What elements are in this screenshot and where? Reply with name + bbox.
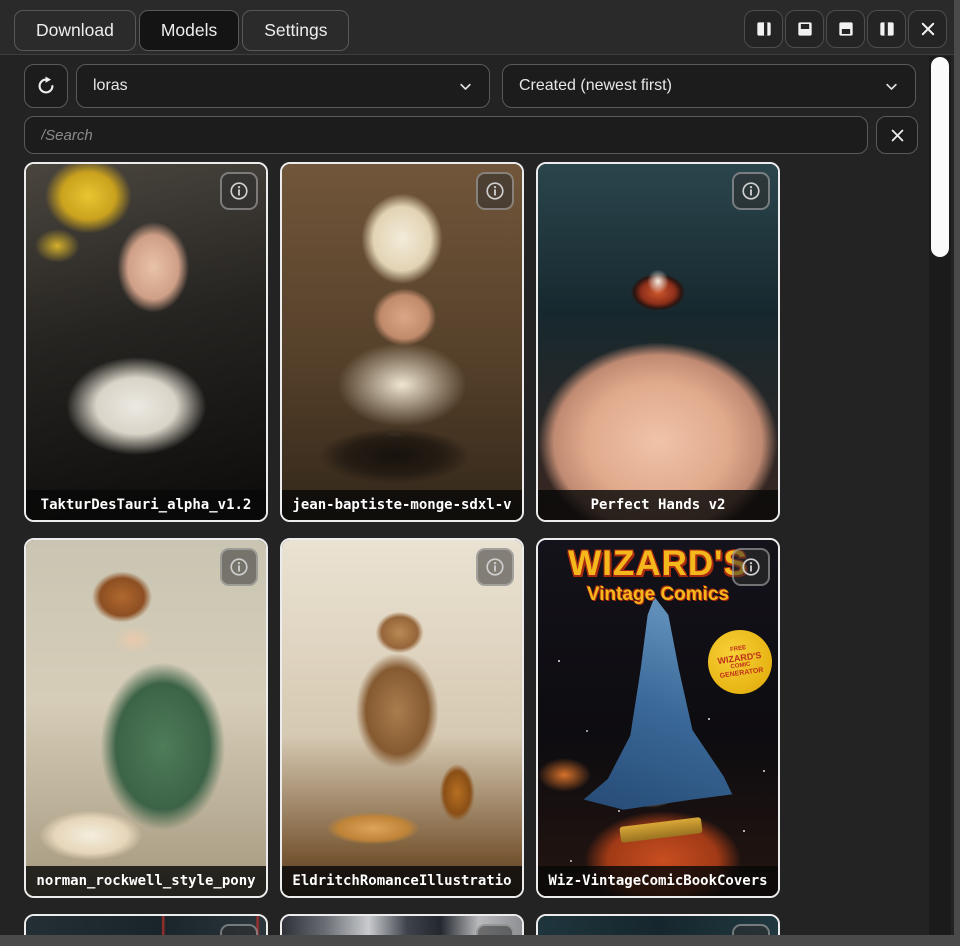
layout-panel-bottom-icon: [836, 19, 856, 39]
layout-split-right-button[interactable]: [867, 10, 906, 48]
info-icon: [484, 180, 506, 202]
layout-panel-top-icon: [795, 19, 815, 39]
model-card-partial[interactable]: [24, 914, 268, 935]
layout-panel-bottom-button[interactable]: [826, 10, 865, 48]
card-info-button[interactable]: [732, 548, 770, 586]
model-card[interactable]: Perfect Hands v2: [536, 162, 780, 522]
card-info-button[interactable]: [732, 172, 770, 210]
refresh-icon: [35, 75, 57, 97]
model-card[interactable]: norman_rockwell_style_pony: [24, 538, 268, 898]
card-info-button[interactable]: [220, 172, 258, 210]
card-thumbnail-wizard-comic-cover: WIZARD'S Vintage Comics FREE WIZARD'S CO…: [538, 540, 778, 896]
info-icon: [740, 180, 762, 202]
layout-split-left-button[interactable]: [744, 10, 783, 48]
card-title: jean-baptiste-monge-sdxl-v: [282, 490, 522, 520]
card-title: norman_rockwell_style_pony: [26, 866, 266, 896]
close-panel-button[interactable]: [908, 10, 947, 48]
close-icon: [919, 20, 937, 38]
model-card-grid: TakturDesTauri_alpha_v1.2 jean-baptiste-…: [24, 162, 780, 935]
window-controls: [744, 10, 947, 48]
badge-line: GENERATOR: [719, 667, 764, 681]
chevron-down-icon: [884, 79, 899, 94]
vertical-scrollbar-thumb[interactable]: [931, 57, 949, 257]
card-title: Wiz-VintageComicBookCovers: [538, 866, 778, 896]
card-info-button[interactable]: [476, 172, 514, 210]
layout-split-left-icon: [754, 19, 774, 39]
wizard-hat-band: [619, 817, 702, 843]
card-title: TakturDesTauri_alpha_v1.2: [26, 490, 266, 520]
clear-icon: [889, 127, 906, 144]
card-title: Perfect Hands v2: [538, 490, 778, 520]
card-info-button[interactable]: [476, 548, 514, 586]
info-icon: [740, 556, 762, 578]
tab-bar: Download Models Settings: [14, 10, 349, 51]
model-card-partial[interactable]: [536, 914, 780, 935]
refresh-button[interactable]: [24, 64, 68, 108]
card-thumbnail-portrait-woman-yellow-flowers: [26, 164, 266, 520]
card-thumbnail-butterfly-on-hands: [538, 164, 778, 520]
wizard-hat-shape: [572, 597, 745, 853]
model-card[interactable]: EldritchRomanceIllustratio: [280, 538, 524, 898]
model-type-select[interactable]: loras: [76, 64, 490, 108]
tab-models-label: Models: [161, 20, 217, 41]
card-info-button[interactable]: [732, 924, 770, 935]
layout-split-right-icon: [877, 19, 897, 39]
models-browser-window: Download Models Settings: [0, 0, 954, 935]
tab-download-label: Download: [36, 20, 114, 41]
search-input[interactable]: [24, 116, 868, 154]
tab-download[interactable]: Download: [14, 10, 136, 51]
comic-cover-badge: FREE WIZARD'S COMIC GENERATOR: [704, 626, 776, 698]
tab-settings-label: Settings: [264, 20, 327, 41]
card-info-button[interactable]: [220, 548, 258, 586]
info-icon: [228, 556, 250, 578]
card-thumbnail-cat-with-pancakes: [282, 540, 522, 896]
tab-models[interactable]: Models: [139, 10, 239, 51]
tab-settings[interactable]: Settings: [242, 10, 349, 51]
header-bar: Download Models Settings: [0, 0, 954, 55]
card-thumbnail-woman-decorating-cake: [26, 540, 266, 896]
card-title: EldritchRomanceIllustratio: [282, 866, 522, 896]
stars-decoration: [558, 660, 560, 662]
clear-search-button[interactable]: [876, 116, 918, 154]
model-card-partial[interactable]: [280, 914, 524, 935]
info-icon: [228, 180, 250, 202]
model-card[interactable]: jean-baptiste-monge-sdxl-v: [280, 162, 524, 522]
comic-cover-subtitle: Vintage Comics: [538, 584, 778, 606]
vertical-scrollbar-track[interactable]: [929, 56, 951, 935]
card-info-button[interactable]: [476, 924, 514, 935]
chevron-down-icon: [458, 79, 473, 94]
model-card[interactable]: TakturDesTauri_alpha_v1.2: [24, 162, 268, 522]
sort-select[interactable]: Created (newest first): [502, 64, 916, 108]
card-thumbnail-pope-dj-headphones: [282, 164, 522, 520]
model-type-select-value: loras: [93, 77, 128, 95]
model-card[interactable]: WIZARD'S Vintage Comics FREE WIZARD'S CO…: [536, 538, 780, 898]
sort-select-value: Created (newest first): [519, 77, 672, 95]
card-info-button[interactable]: [220, 924, 258, 935]
layout-panel-top-button[interactable]: [785, 10, 824, 48]
info-icon: [484, 556, 506, 578]
